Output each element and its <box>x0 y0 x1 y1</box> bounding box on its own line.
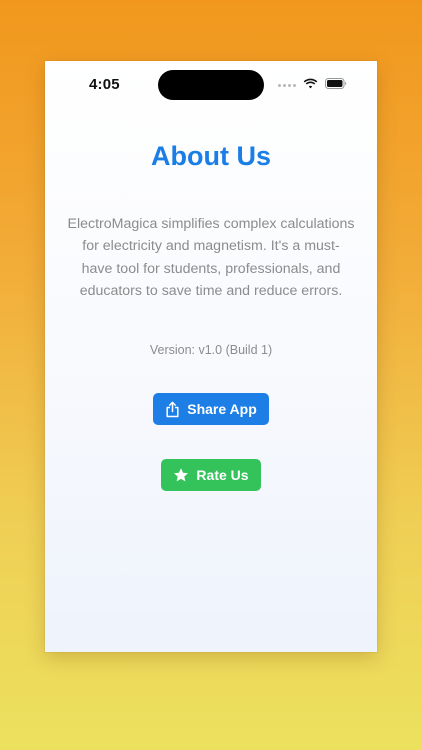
status-time: 4:05 <box>89 76 120 93</box>
share-app-label: Share App <box>187 401 257 417</box>
phone-screen: 4:05 About Us ElectroMagica simplifies c… <box>45 61 377 652</box>
share-icon <box>165 401 180 418</box>
app-description: ElectroMagica simplifies complex calcula… <box>67 216 355 300</box>
page-title: About Us <box>151 141 271 171</box>
share-app-button[interactable]: Share App <box>153 393 269 425</box>
rate-us-button[interactable]: Rate Us <box>161 459 261 491</box>
battery-icon <box>325 76 347 94</box>
dynamic-island <box>158 70 264 100</box>
wifi-icon <box>303 76 318 94</box>
version-label: Version: v1.0 (Build 1) <box>149 343 273 357</box>
cellular-signal-icon <box>278 83 296 87</box>
rate-us-label: Rate Us <box>196 467 249 483</box>
status-bar: 4:05 <box>45 61 377 109</box>
star-icon <box>173 467 189 483</box>
status-icons <box>278 78 347 92</box>
